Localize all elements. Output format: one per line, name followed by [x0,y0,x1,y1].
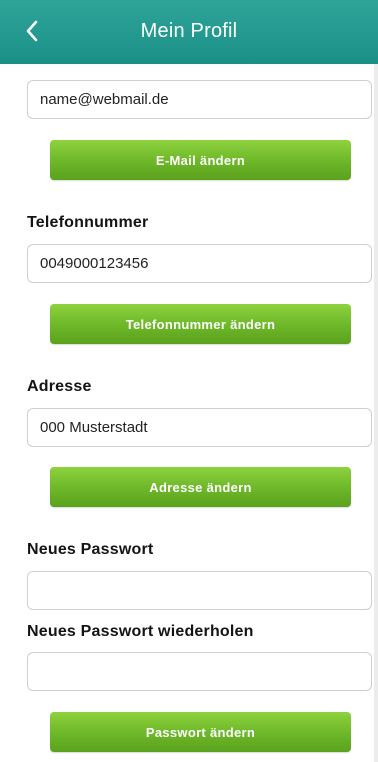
repeat-password-label: Neues Passwort wiederholen [27,623,254,640]
profile-page: Mein Profil E-Mail E-Mail ändern Telefon… [0,0,378,762]
address-field[interactable] [27,408,372,447]
change-phone-button[interactable]: Telefonnummer ändern [50,304,351,344]
new-password-label: Neues Passwort [27,541,154,558]
address-label: Adresse [27,378,92,395]
email-field[interactable] [27,80,372,119]
app-header: Mein Profil [0,0,378,64]
change-email-button[interactable]: E-Mail ändern [50,140,351,180]
phone-field[interactable] [27,244,372,283]
repeat-password-field[interactable] [27,652,372,691]
phone-label: Telefonnummer [27,214,149,231]
change-password-button[interactable]: Passwort ändern [50,712,351,752]
page-title: Mein Profil [140,20,238,42]
screen-edge [374,0,378,762]
new-password-field[interactable] [27,571,372,610]
change-address-button[interactable]: Adresse ändern [50,467,351,507]
